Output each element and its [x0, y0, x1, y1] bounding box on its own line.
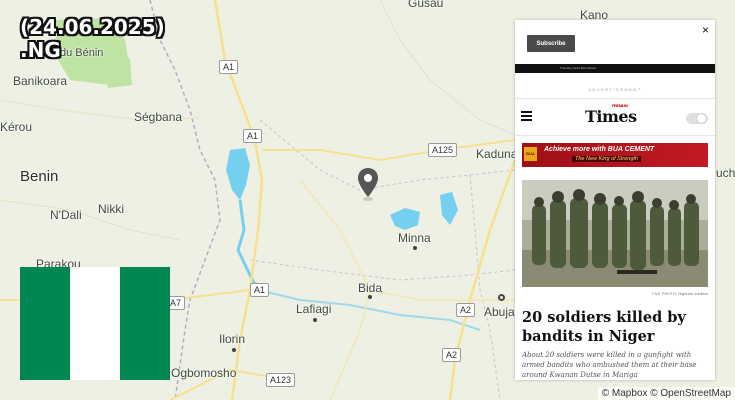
banner-line2: The New King of Strength	[572, 156, 641, 162]
place-uchi: uchi	[716, 166, 735, 180]
country-code-text: .NG	[20, 38, 61, 62]
road-shield-a2: A2	[442, 348, 462, 362]
photo-caption: FILE PHOTO: Nigerian soldiers	[652, 291, 708, 296]
ad-banner[interactable]: BUA Achieve more with BUA CEMENT The New…	[522, 143, 708, 167]
road-shield-a1: A1	[250, 283, 270, 297]
place-minna: Minna	[398, 231, 431, 245]
place-kaduna: Kaduna	[476, 147, 518, 161]
map-attribution[interactable]: © Mapbox © OpenStreetMap	[597, 387, 735, 400]
place-nikki: Nikki	[98, 202, 124, 216]
place-lafiagi: Lafiagi	[296, 302, 332, 316]
article-photo[interactable]	[522, 180, 708, 287]
article-headline[interactable]: 20 soldiers killed by bandits in Niger	[522, 308, 712, 346]
road-shield-a1: A1	[219, 60, 239, 74]
flag-band-right	[120, 267, 170, 380]
place-ndali: N'Dali	[50, 208, 82, 222]
site-nav: PREMIUM Times	[515, 98, 715, 136]
article-excerpt: About 20 soldiers were killed in a gunfi…	[522, 351, 697, 379]
place-ilorin: Ilorin	[219, 332, 246, 346]
banner-logo: BUA	[524, 147, 537, 161]
place-gusau: Gusau	[408, 0, 444, 10]
logo-small-text: PREMIUM	[612, 103, 628, 108]
place-ogbomosho: Ogbomosho	[171, 366, 237, 380]
advertisement-label: ADVERTISEMENT	[588, 87, 642, 92]
date-text: (24.06.2025)	[20, 15, 165, 39]
road-shield-a123: A123	[266, 373, 296, 387]
site-topbar: Trending News Most Read	[515, 64, 715, 73]
site-logo[interactable]: PREMIUM Times	[585, 103, 637, 126]
location-pin-icon[interactable]	[356, 167, 380, 203]
place-segbana: Ségbana	[134, 110, 183, 124]
banner-line1: Achieve more with BUA CEMENT	[544, 146, 655, 153]
road-shield-a1: A1	[243, 129, 263, 143]
road-shield-a2: A2	[456, 303, 476, 317]
article-popup[interactable]: × Subscribe Trending News Most Read ADVE…	[515, 20, 715, 380]
place-banikoara: Banikoara	[13, 74, 68, 88]
place-abuja: Abuja	[484, 305, 515, 319]
road-shield-a125: A125	[428, 143, 458, 157]
logo-text: Times	[585, 107, 637, 126]
place-bida: Bida	[358, 281, 383, 295]
close-icon[interactable]: ×	[702, 23, 709, 37]
nigeria-flag	[20, 267, 170, 380]
date-country-label: (24.06.2025) .NG	[20, 16, 165, 62]
menu-icon[interactable]	[521, 111, 532, 121]
subscribe-button[interactable]: Subscribe	[527, 35, 575, 52]
place-kerou: Kérou	[0, 120, 33, 134]
place-benin: Benin	[20, 168, 59, 185]
topbar-links[interactable]: Trending News Most Read	[560, 66, 595, 70]
flag-band-middle	[70, 267, 120, 380]
flag-band-left	[20, 267, 70, 380]
dark-mode-toggle[interactable]	[686, 113, 708, 124]
